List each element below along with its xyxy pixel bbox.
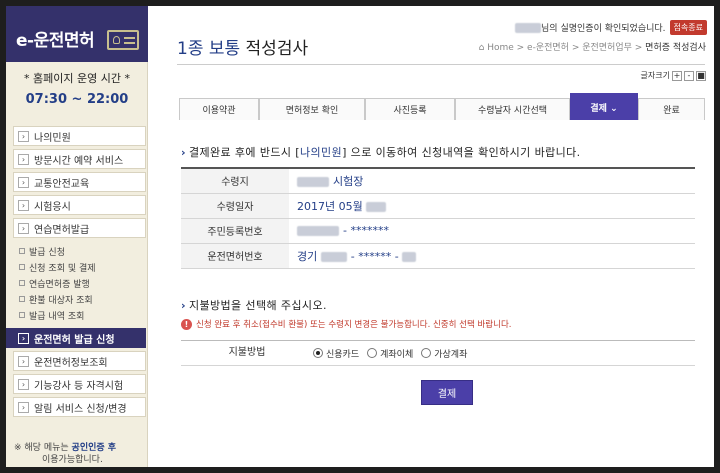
- redacted-value: [366, 201, 387, 212]
- site-logo[interactable]: e-운전면허: [16, 26, 95, 51]
- font-reset-button[interactable]: ■: [696, 70, 706, 81]
- sidebar-item-license-info[interactable]: › 운전면허정보조회: [13, 351, 146, 371]
- warning-icon: !: [181, 318, 192, 330]
- table-row: 수령지 시험장: [181, 168, 695, 194]
- chevron-right-icon: ›: [181, 146, 186, 159]
- redacted-value: [297, 176, 329, 187]
- table-row: 운전면허번호 경기 - ****** -: [181, 243, 695, 269]
- step-pickup-time[interactable]: 수령날자 시간선택: [455, 98, 570, 120]
- font-size-control: 글자크기 + - ■: [640, 70, 706, 81]
- bullet-icon: [19, 280, 25, 286]
- table-row: 주민등록번호 - *******: [181, 218, 695, 244]
- font-decrease-button[interactable]: -: [684, 70, 694, 81]
- page-title: 1종 보통 적성검사: [177, 39, 309, 59]
- submenu-item[interactable]: 발급 신청: [19, 243, 146, 259]
- operating-hours: * 홈페이지 운영 시간 * 07:30 ~ 22:00: [6, 66, 148, 107]
- step-payment[interactable]: 결제 ⌄: [570, 93, 638, 120]
- title-divider: [177, 64, 705, 65]
- sidebar-item-exam[interactable]: › 시험응시: [13, 195, 146, 215]
- browser-frame: e-운전면허 * 홈페이지 운영 시간 * 07:30 ~ 22:00 › 나의민…: [6, 6, 714, 467]
- sidebar-item-my-requests[interactable]: › 나의민원: [13, 126, 146, 146]
- font-increase-button[interactable]: +: [672, 70, 682, 81]
- sidebar-item-safety-education[interactable]: › 교통안전교육: [13, 172, 146, 192]
- chevron-right-icon: ›: [18, 355, 29, 367]
- home-icon[interactable]: ⌂: [479, 43, 485, 53]
- sidebar-item-alert-service[interactable]: › 알림 서비스 신청/변경: [13, 397, 146, 417]
- logout-button[interactable]: 접속종료: [669, 20, 707, 35]
- step-license-info[interactable]: 면허정보 확인: [259, 98, 365, 120]
- sidebar: e-운전면허 * 홈페이지 운영 시간 * 07:30 ~ 22:00 › 나의민…: [6, 6, 148, 467]
- redacted-name: [515, 22, 542, 33]
- hours-title: * 홈페이지 운영 시간 *: [24, 72, 130, 85]
- payment-notice: › 결제완료 후에 반드시 [나의민원] 으로 이동하여 신청내역을 확인하시기 …: [181, 146, 581, 159]
- application-info-table: 수령지 시험장 수령일자 2017년 05월 주민등록번호 - ******* …: [181, 167, 695, 269]
- hours-time: 07:30 ~ 22:00: [25, 92, 129, 107]
- chevron-right-icon: ›: [18, 222, 29, 234]
- radio-checked-icon: [313, 348, 323, 358]
- submenu-item[interactable]: 환불 대상자 조회: [19, 291, 146, 307]
- payment-method-row: 지불방법 신용카드 계좌이체 가상계좌: [181, 340, 695, 366]
- chevron-right-icon: ›: [18, 332, 29, 344]
- radio-unchecked-icon: [421, 348, 432, 358]
- chevron-right-icon: ›: [18, 130, 29, 142]
- radio-bank-transfer[interactable]: 계좌이체: [367, 347, 413, 360]
- chevron-right-icon: ›: [18, 401, 29, 413]
- payment-heading: › 지불방법을 선택해 주십시오.: [181, 299, 327, 312]
- step-tabs: 이용약관 면허정보 확인 사진등록 수령날자 시간선택 결제 ⌄ 완료: [179, 93, 705, 120]
- bullet-icon: [19, 248, 25, 254]
- redacted-value: [402, 251, 417, 262]
- sidebar-item-visit-reservation[interactable]: › 방문시간 예약 서비스: [13, 149, 146, 169]
- submenu-item[interactable]: 발급 내역 조회: [19, 307, 146, 323]
- submenu-item[interactable]: 연습면허증 발행: [19, 275, 146, 291]
- step-complete[interactable]: 완료: [638, 98, 705, 120]
- learner-license-submenu: 발급 신청 신청 조회 및 결제 연습면허증 발행 환불 대상자 조회 발급 내…: [13, 241, 146, 328]
- sidebar-menu: › 나의민원 › 방문시간 예약 서비스 › 교통안전교육 › 시험응시 › 연습면허발급…: [6, 126, 146, 420]
- payment-warning: ! 신청 완료 후 취소(접수비 환불) 또는 수령지 변경은 불가능합니다. …: [181, 318, 511, 330]
- submenu-item[interactable]: 신청 조회 및 결제: [19, 259, 146, 275]
- radio-credit-card[interactable]: 신용카드: [313, 347, 359, 360]
- license-card-icon: [107, 30, 139, 50]
- radio-virtual-account[interactable]: 가상계좌: [421, 347, 467, 360]
- chevron-right-icon: ›: [18, 378, 29, 390]
- chevron-right-icon: ›: [181, 299, 186, 312]
- bullet-icon: [19, 312, 25, 318]
- bullet-icon: [19, 296, 25, 302]
- main-content: 님의 실명인증이 확인되었습니다. 접속종료 1종 보통 적성검사 ⌂ Home…: [149, 6, 714, 467]
- breadcrumb: ⌂ Home > e-운전면허 > 운전면허업무 > 면허증 적성검사: [478, 43, 706, 53]
- chevron-right-icon: ›: [18, 176, 29, 188]
- logo-bar[interactable]: e-운전면허: [6, 6, 148, 62]
- sidebar-item-learner-license[interactable]: › 연습면허발급: [13, 218, 146, 238]
- bullet-icon: [19, 264, 25, 270]
- redacted-value: [320, 251, 347, 262]
- radio-unchecked-icon: [367, 348, 378, 358]
- payment-method-label: 지불방법: [228, 347, 266, 358]
- step-photo[interactable]: 사진등록: [365, 98, 455, 120]
- pay-button[interactable]: 결제: [421, 380, 473, 405]
- chevron-right-icon: ›: [18, 153, 29, 165]
- user-status: 님의 실명인증이 확인되었습니다. 접속종료: [515, 20, 707, 35]
- redacted-value: [297, 226, 339, 236]
- step-terms[interactable]: 이용약관: [179, 98, 259, 120]
- sidebar-note: ※ 해당 메뉴는 공인인증 후 이용가능합니다.: [14, 443, 117, 465]
- sidebar-item-license-issue[interactable]: › 운전면허 발급 신청: [6, 328, 146, 348]
- sidebar-item-instructor-exam[interactable]: › 기능강사 등 자격시험: [13, 374, 146, 394]
- chevron-right-icon: ›: [18, 199, 29, 211]
- table-row: 수령일자 2017년 05월: [181, 193, 695, 219]
- my-requests-link[interactable]: 나의민원: [300, 146, 342, 159]
